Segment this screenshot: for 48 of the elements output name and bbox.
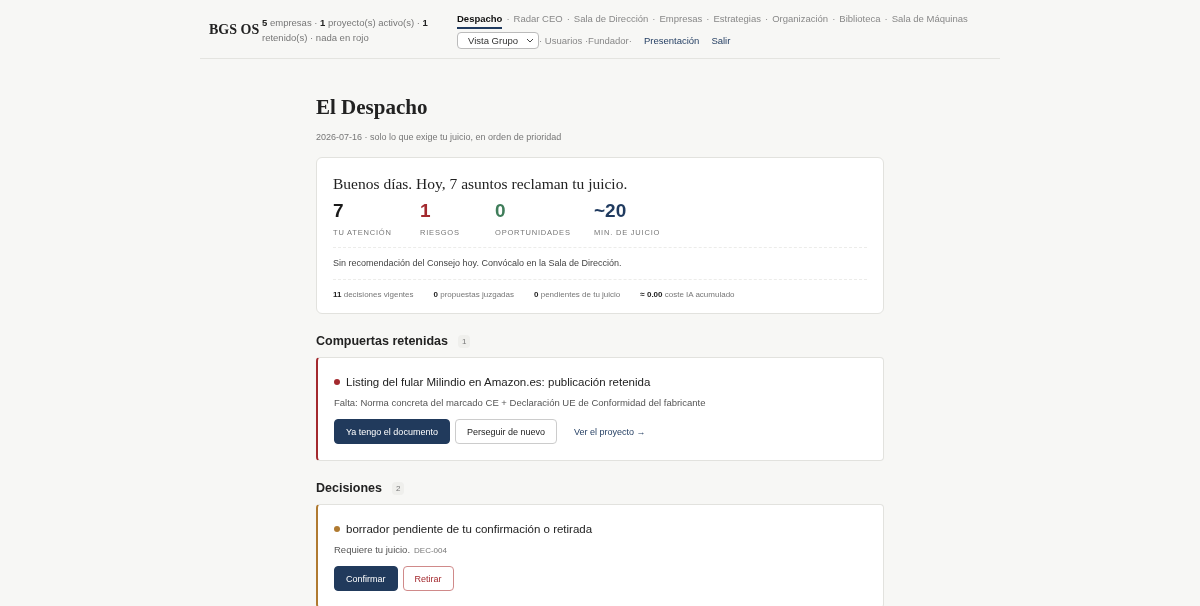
footer-stat: ≈ 0.00 coste IA acumulado	[640, 290, 735, 299]
brand-logo: BGS OS	[209, 22, 261, 38]
section-title: Decisiones	[316, 481, 382, 495]
greeting: Buenos días. Hoy, 7 asuntos reclaman tu juicio.	[333, 175, 629, 193]
footer-stat: 0 propuestas juzgadas	[433, 290, 515, 299]
separator-dot: ·	[706, 13, 710, 26]
footer-stat: 11 decisiones vigentes	[333, 290, 414, 299]
count-badge: 2	[392, 481, 405, 495]
separator-dot: ·	[566, 13, 570, 26]
separator-dot: ·	[506, 13, 510, 26]
nav-tab[interactable]: Sala de Dirección	[573, 13, 649, 29]
nav-tab[interactable]: Estrategias	[713, 13, 761, 29]
section-title: Compuertas retenidas	[316, 334, 448, 348]
nav-tab[interactable]: Despacho	[457, 13, 503, 29]
separator-dot: ·	[884, 13, 888, 26]
stat-value: 0	[495, 200, 507, 222]
action-button[interactable]: Confirmar	[334, 566, 398, 591]
view-select[interactable]: Vista Grupo	[457, 32, 539, 49]
council-note: Sin recomendación del Consejo hoy. Convócalo en la Sala de Dirección.	[333, 248, 867, 280]
status-summary: 5 empresas · 1 proyecto(s) activo(s) · 1 retenido(s) · nada en rojo	[262, 16, 429, 45]
action-button[interactable]: Perseguir de nuevo	[454, 419, 557, 444]
header-link[interactable]: Salir	[711, 35, 731, 46]
item-detail: Falta: Norma concreta del marcado CE + Declaración UE de Conformidad del fabricante	[334, 397, 706, 408]
stat-value: ~20	[594, 200, 628, 222]
item-title: borrador pendiente de tu confirmación o retirada	[346, 523, 593, 535]
header-link[interactable]: Presentación	[643, 35, 700, 46]
item-title: Listing del fular Milindio en Amazon.es: publicación retenida	[346, 376, 651, 388]
nav-tab[interactable]: Organización	[772, 13, 829, 29]
footer-stat: 0 pendientes de tu juicio	[534, 290, 621, 299]
count-badge: 1	[458, 334, 471, 348]
separator-dot: ·	[832, 13, 836, 26]
separator-dot: ·	[652, 13, 656, 26]
page-title: El Despacho	[316, 95, 429, 120]
nav-tab[interactable]: Sala de Máquinas	[891, 13, 968, 29]
user-role: · Usuarios ·Fundador·	[539, 35, 632, 46]
project-link[interactable]: Ver el proyecto →	[561, 419, 658, 444]
chevron-down-icon	[526, 38, 534, 43]
page-subtitle: 2026-07-16 · solo lo que exige tu juicio, en orden de prioridad	[316, 132, 563, 142]
stat-value: 1	[420, 200, 432, 222]
nav-tab[interactable]: Radar CEO	[513, 13, 563, 29]
action-button[interactable]: Retirar	[402, 566, 454, 591]
item-code: DEC-004	[414, 546, 447, 555]
action-button[interactable]: Ya tengo el documento	[334, 419, 450, 444]
nav-tab[interactable]: Biblioteca	[839, 13, 881, 29]
item-detail: Requiere tu juicio.	[334, 544, 411, 555]
separator-dot: ·	[764, 13, 769, 26]
stat-value: 7	[333, 200, 345, 222]
nav-tab[interactable]: Empresas	[659, 13, 703, 29]
